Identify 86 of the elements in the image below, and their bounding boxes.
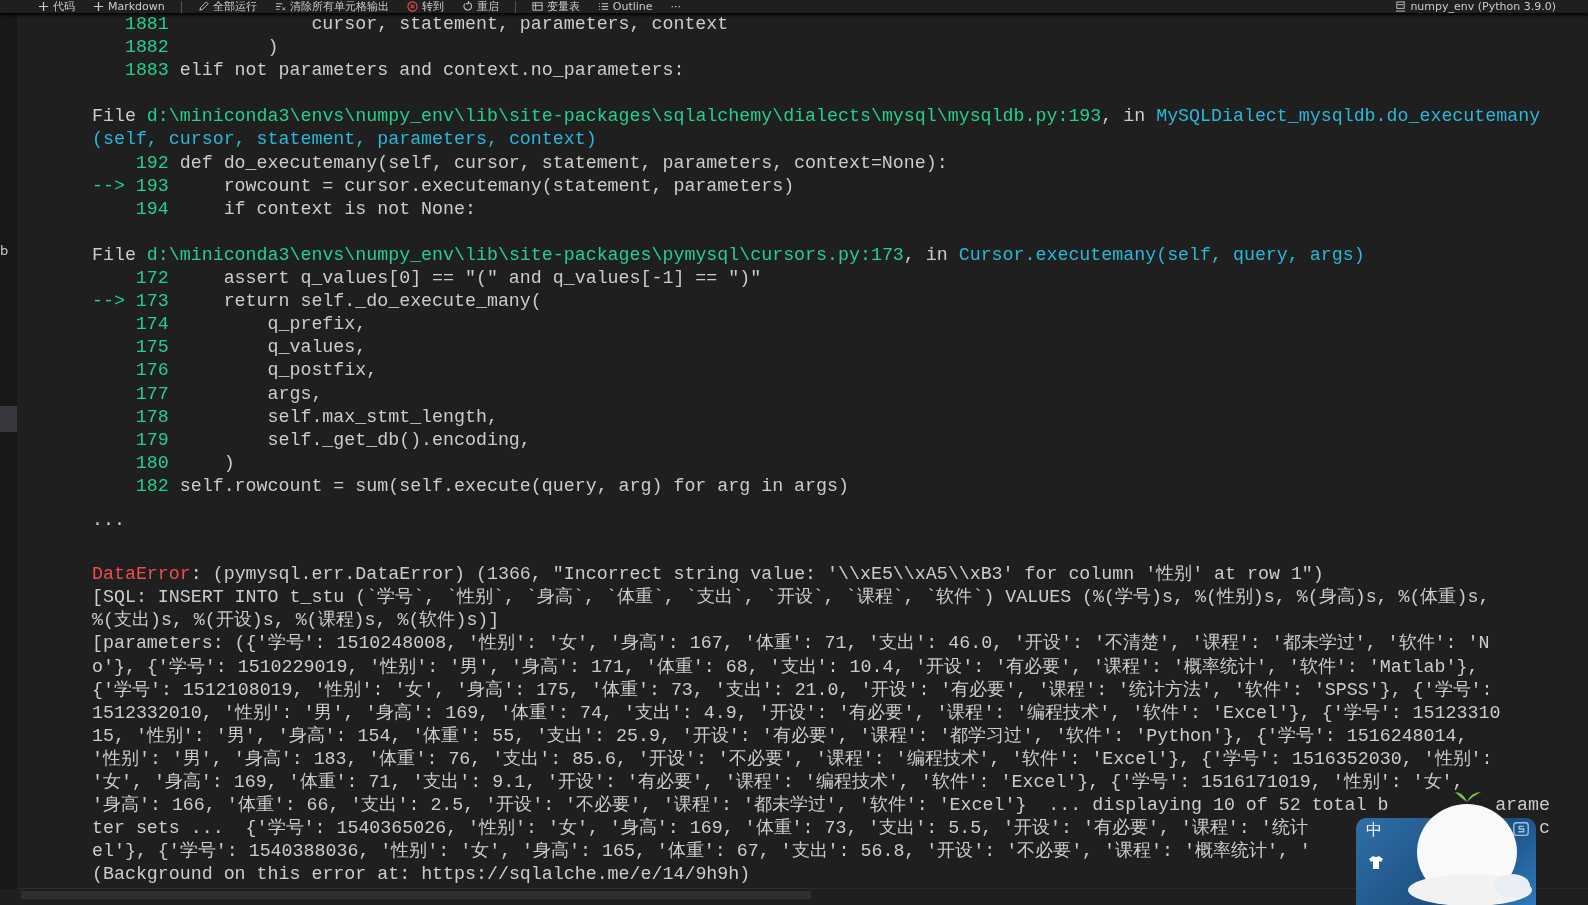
code-line: def do_executemany(self, cursor, statement, parameters, context=None): (179, 151, 948, 175)
table-icon (531, 1, 543, 12)
code-line: q_values, (266, 336, 367, 360)
line-number: 178 (134, 405, 169, 429)
pencil-icon (197, 1, 209, 12)
current-line-arrow: --> (92, 175, 125, 196)
line-number: 174 (134, 313, 169, 337)
shirt-icon[interactable] (1368, 854, 1384, 870)
toolbar-button[interactable]: 转到 (404, 0, 446, 13)
code-line: self.max_stmt_length, (266, 405, 498, 429)
code-line: q_postfix, (266, 359, 378, 383)
file-label: File (92, 244, 137, 265)
toolbar-button[interactable]: 变量表 (529, 0, 582, 13)
line-number: 192 (134, 151, 169, 175)
line-number: 1883 (124, 59, 169, 83)
error-name: DataError (92, 563, 191, 587)
code-line: rowcount = cursor.executemany(statement, parameters) (222, 174, 795, 198)
current-line-arrow: --> (92, 291, 125, 312)
line-number: 1881 (124, 13, 169, 36)
toolbar-button[interactable]: 代码 (36, 0, 77, 13)
line-number: 180 (134, 451, 169, 475)
code-line: assert q_values[0] == "(" and q_values[-1] == ")" (222, 267, 762, 291)
error-detail: '女', '身高': 169, '体重': 71, '支出': 9.1, '开设': '有必要', '课程': '编程技术', '软件': 'Excel'}, {'学号': 1516171019, '性别': '女', (92, 771, 1464, 794)
error-footer: (Background on this error at: https://sqlalche.me/e/14/9h9h) (92, 863, 751, 887)
line-number: 173 (134, 290, 169, 314)
in-label: , in (1101, 106, 1147, 127)
toolbar-button[interactable]: Outline (595, 0, 655, 13)
file-label: File (92, 106, 137, 127)
toolbar-button[interactable]: 全部运行 (195, 0, 259, 13)
plus-icon (38, 1, 49, 12)
code-line: cursor, statement, parameters, context (310, 13, 729, 36)
skin-icon[interactable] (1512, 820, 1530, 838)
code-line: self._get_db().encoding, (266, 428, 531, 452)
code-line: elif not parameters and context.no_parameters: (179, 59, 685, 83)
toolbar-button[interactable]: 清除所有单元格输出 (272, 0, 391, 13)
restart-icon (461, 1, 473, 12)
help-link[interactable]: https://sqlalche.me/e/14/9h9h (421, 864, 740, 885)
error-detail: 1512332010, '性别': '男', '身高': 169, '体重': 74, '支出': 4.9, '开设': '有必要', '课程': '编程技术', '软件': 'Excel'}, {'学号': 15123310 (92, 701, 1501, 725)
error-detail: '身高': 166, '体重': 66, '支出': 2.5, '开设': '不必要', '课程': '都未学过', '软件': 'Excel'} ... displaying 10 of 52 total b (92, 794, 1389, 818)
error-detail: [parameters: ({'学号': 1510248008, '性别': '女', '身高': 167, '体重': 71, '支出': 46.0, '开设': '不清楚', '课程': '都未学过', '软件': 'N (92, 632, 1490, 656)
code-line: args, (266, 382, 323, 406)
plus-icon (93, 1, 104, 12)
line-number: 175 (134, 336, 169, 360)
more-button[interactable]: ··· (668, 0, 684, 13)
toolbar-button[interactable]: Markdown (91, 0, 167, 13)
error-message: : (pymysql.err.DataError) (1366, "Incorrect string value: '\\xE5\\xA5\\xB3' for column '性别' at row 1") (190, 563, 1324, 587)
close-circle-icon (406, 1, 418, 12)
ellipsis: ... (92, 509, 125, 533)
error-detail: el'}, {'学号': 1540388036, '性别': '女', '身高': 165, '体重': 67, '支出': 56.8, '开设': '不必要', '课程': '概率统计', ' (92, 840, 1311, 864)
toolbar-button[interactable]: 重启 (459, 0, 501, 13)
in-label: , in (903, 244, 949, 265)
error-detail: c (1539, 817, 1550, 841)
line-number: 179 (134, 428, 169, 452)
code-line: return self._do_execute_many( (222, 290, 542, 314)
gutter-label: b (0, 243, 9, 259)
code-line: q_prefix, (266, 313, 367, 337)
file-path-link[interactable]: d:\miniconda3\envs\numpy_env\lib\site-packages\sqlalchemy\dialects\mysql\mysqldb.py:193 (146, 106, 1102, 127)
file-path-link[interactable]: d:\miniconda3\envs\numpy_env\lib\site-packages\pymysql\cursors.py:173 (146, 244, 904, 265)
function-link[interactable]: Cursor.executemany(self, query, args) (958, 244, 1365, 265)
error-detail: {'学号': 1512108019, '性别': '女', '身高': 175, '体重': 73, '支出': 21.0, '开设': '有必要', '课程': '统计方法', '软件': 'SPSS'}, {'学号': (92, 678, 1493, 702)
line-number: 177 (134, 382, 169, 406)
line-number: 194 (134, 197, 169, 221)
line-number: 172 (134, 267, 169, 291)
function-link[interactable]: MySQLDialect_mysqldb.do_executemany (1156, 106, 1541, 127)
error-detail: [SQL: INSERT INTO t_stu (`学号`, `性别`, `身高`, `体重`, `支出`, `开设`, `课程`, `软件`) VALUES (%(学号)s, %(性别)s, %(身高)s, %(体重)s, (92, 586, 1490, 610)
line-number: 182 (134, 474, 169, 498)
code-line: ) (222, 451, 235, 475)
code-line: ) (266, 36, 279, 60)
list-icon (597, 1, 609, 12)
error-detail: %(支出)s, %(开设)s, %(课程)s, %(软件)s)] (92, 609, 500, 633)
kernel-picker[interactable]: numpy_env (Python 3.9.0) (1393, 0, 1558, 13)
error-detail: arame (1495, 794, 1550, 818)
line-number: 1882 (124, 36, 169, 60)
line-number: 176 (134, 359, 169, 383)
server-icon (1395, 1, 1407, 12)
error-detail: o'}, {'学号': 1510229019, '性别': '男', '身高': 171, '体重': 68, '支出': 10.4, '开设': '有必要', '课程': '概率统计', '软件': 'Matlab'}, (92, 655, 1479, 679)
error-detail: ter sets ... {'学号': 1540365026, '性别': '女', '身高': 169, '体重': 73, '支出': 5.5, '开设': '有必要', '课程': '统计 (92, 817, 1308, 841)
error-detail: '性别': '男', '身高': 183, '体重': 76, '支出': 85.6, '开设': '不必要', '课程': '编程技术', '软件': 'Excel'}, {'学号': 1516352030, '性别': (92, 747, 1493, 771)
function-link[interactable]: (self, cursor, statement, parameters, context) (92, 128, 597, 152)
line-number: 193 (134, 174, 169, 198)
selection-marker (0, 406, 17, 432)
clear-icon (274, 1, 286, 12)
code-line: if context is not None: (222, 197, 476, 221)
code-line: self.rowcount = sum(self.execute(query, arg) for arg in args) (179, 474, 849, 498)
error-detail: 15, '性别': '男', '身高': 154, '体重': 55, '支出': 25.9, '开设': '有必要', '课程': '都学习过', '软件': 'Python'}, {'学号': 1516248014, (92, 724, 1468, 748)
input-mode[interactable]: 中 (1366, 820, 1382, 841)
